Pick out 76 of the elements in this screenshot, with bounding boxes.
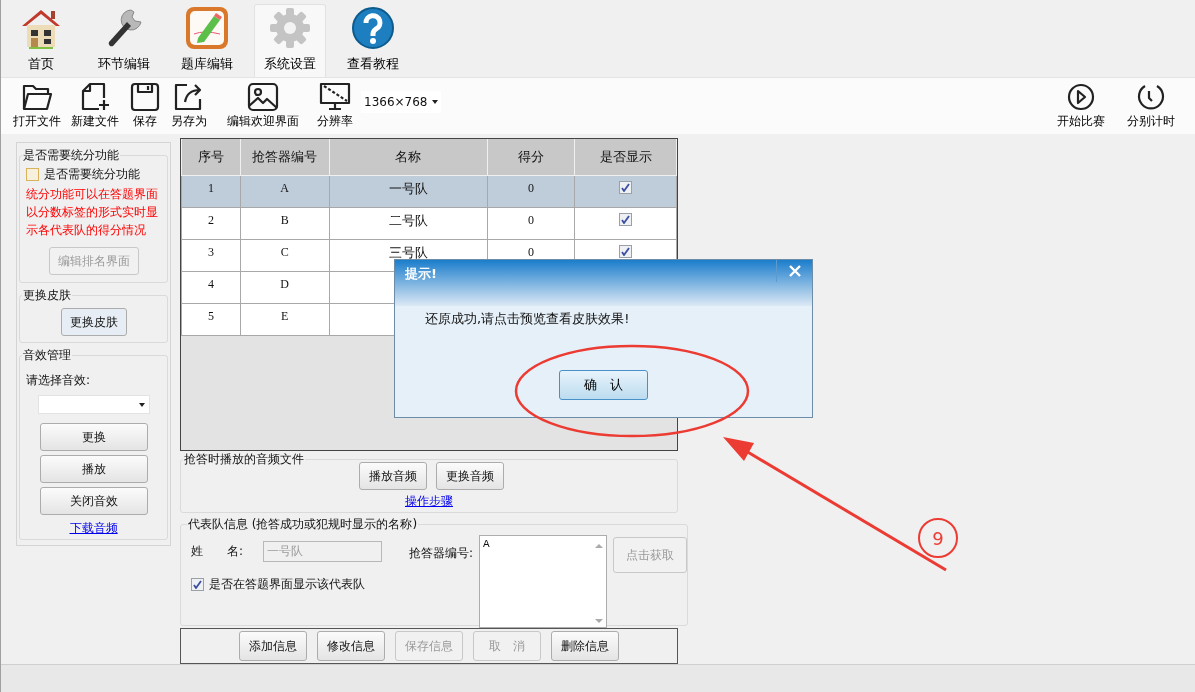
toolbar-button[interactable]: 分辨率 (315, 82, 355, 130)
new-file-icon (79, 82, 111, 112)
field-label: 抢答器编号: (409, 545, 474, 562)
column-header: 序号 (181, 139, 241, 176)
column-header: 抢答器编号 (240, 139, 330, 176)
checkbox-label: 是否在答题界面显示该代表队 (209, 576, 365, 593)
folder-icon (21, 82, 53, 112)
nav-tab[interactable]: 题库编辑 (171, 4, 243, 77)
checkbox[interactable] (26, 168, 39, 181)
checkbox[interactable] (619, 213, 633, 226)
table-cell: 一号队 (329, 175, 488, 208)
toolbar-button[interactable]: 保存 (127, 82, 163, 130)
help-icon (350, 6, 396, 50)
save-icon (129, 82, 161, 112)
table-cell: 1 (181, 175, 241, 208)
button[interactable]: 修改信息 (317, 631, 385, 661)
toolbar-button[interactable]: 编辑欢迎界面 (225, 82, 301, 130)
steps-link[interactable]: 操作步骤 (405, 493, 453, 510)
nav-tab[interactable]: 环节编辑 (88, 4, 160, 77)
checkbox[interactable] (191, 578, 204, 591)
table-cell: 3 (181, 239, 241, 272)
group-title: 是否需要统分功能 (22, 147, 120, 164)
toolbar-button[interactable]: 开始比赛 (1055, 82, 1107, 130)
group-title: 代表队信息 (抢答成功或犯规时显示的名称) (187, 516, 419, 533)
confirm-button[interactable]: 确 认 (559, 370, 648, 400)
button[interactable]: 播放 (39, 455, 148, 483)
button[interactable]: 更换 (39, 423, 148, 451)
field-label: 姓 名: (191, 543, 244, 560)
field-label: 请选择音效: (26, 372, 91, 389)
button[interactable]: 更换音频 (435, 462, 504, 490)
button[interactable]: 删除信息 (551, 631, 619, 661)
gear-icon (267, 6, 313, 50)
table-cell: 4 (181, 271, 241, 304)
image-icon (247, 82, 279, 112)
button[interactable]: 更换皮肤 (60, 308, 127, 336)
toolbar-button[interactable]: 另存为 (169, 82, 209, 130)
group-title: 抢答时播放的音频文件 (183, 451, 305, 468)
column-header: 名称 (329, 139, 488, 176)
table-cell: 2 (181, 207, 241, 240)
button[interactable]: 添加信息 (239, 631, 307, 661)
checkbox[interactable] (619, 181, 633, 194)
resolution-dropdown[interactable]: 1366×768 (361, 91, 441, 113)
table-cell: 5 (181, 303, 241, 336)
button[interactable]: 播放音频 (358, 462, 427, 490)
column-header: 是否显示 (574, 139, 677, 176)
clock-icon (1135, 82, 1167, 112)
button[interactable]: 关闭音效 (39, 487, 148, 515)
group-title: 音效管理 (22, 347, 72, 364)
step-number: 9 (932, 528, 944, 549)
table-cell: C (240, 239, 330, 272)
column-header: 得分 (487, 139, 575, 176)
close-icon (788, 265, 801, 277)
dialog-message: 还原成功,请点击预览查看皮肤效果! (425, 310, 631, 328)
table-cell: 0 (487, 207, 575, 240)
group-title: 更换皮肤 (22, 287, 72, 304)
table-cell: A (240, 175, 330, 208)
play-icon (1065, 82, 1097, 112)
notepad-pencil-icon (184, 6, 230, 50)
monitor-icon (319, 82, 351, 112)
number-circle (918, 518, 958, 558)
checkbox-label: 是否需要统分功能 (44, 166, 140, 183)
table-cell: E (240, 303, 330, 336)
toolbar-button[interactable]: 新建文件 (69, 82, 121, 130)
hint-text: 统分功能可以在答题界面以分数标签的形式实时显示各代表队的得分情况 (26, 186, 159, 239)
table-cell: 二号队 (329, 207, 488, 240)
table-cell: 0 (487, 175, 575, 208)
nav-tab[interactable]: 查看教程 (337, 4, 409, 77)
checkbox[interactable] (619, 245, 633, 258)
download-link[interactable]: 下载音频 (69, 520, 118, 537)
toolbar-button[interactable]: 打开文件 (11, 82, 63, 130)
nav-tab[interactable]: 系统设置 (254, 4, 326, 77)
toolbar-button[interactable]: 分别计时 (1125, 82, 1177, 130)
nav-tab[interactable]: 首页 (5, 4, 77, 77)
code-field[interactable]: A (479, 535, 608, 628)
table-cell: B (240, 207, 330, 240)
table-cell: D (240, 271, 330, 304)
